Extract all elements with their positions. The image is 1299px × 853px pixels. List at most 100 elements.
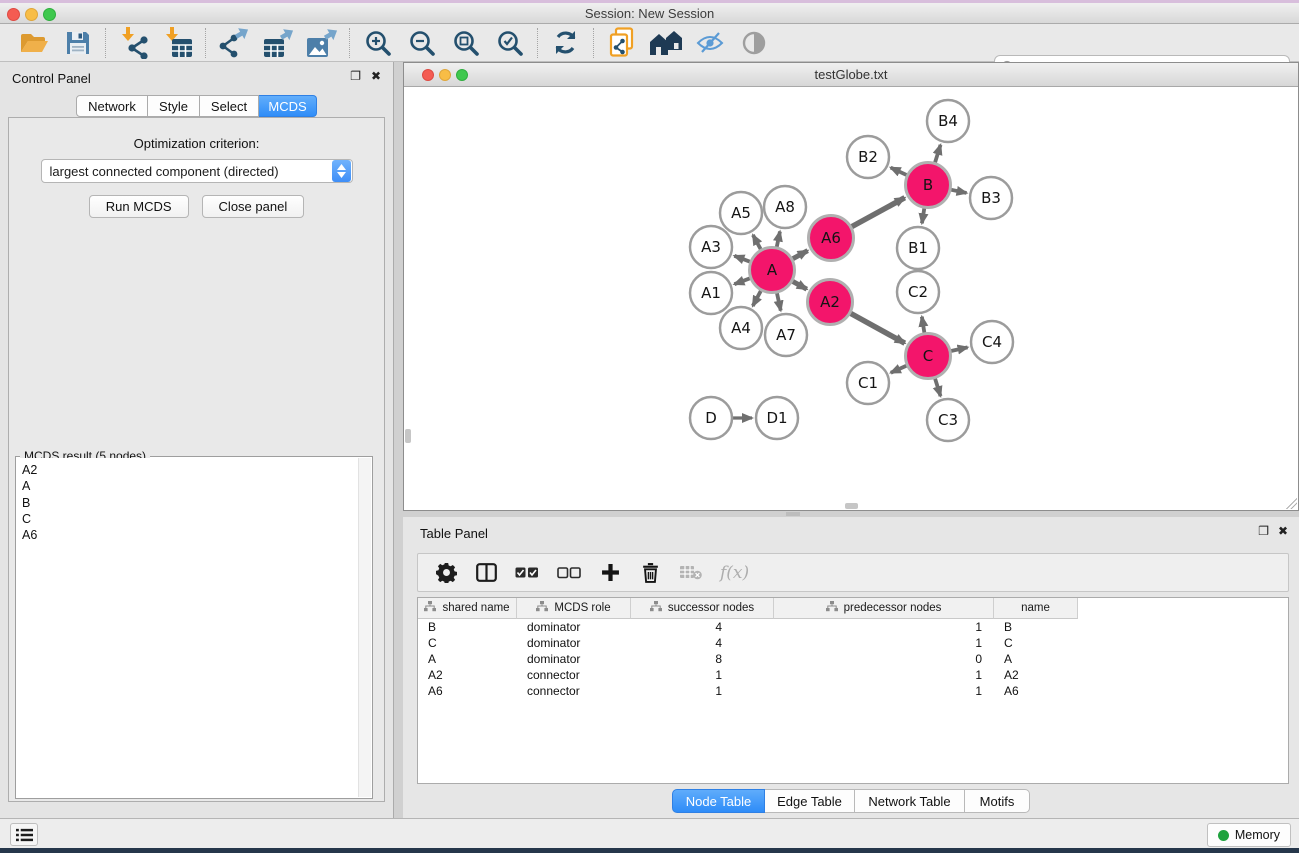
table-row[interactable]: A2connector11A2: [418, 667, 1288, 683]
table-cell[interactable]: 1: [631, 667, 774, 683]
table-row[interactable]: Adominator80A: [418, 651, 1288, 667]
table-cell[interactable]: 1: [774, 635, 994, 651]
run-mcds-button[interactable]: Run MCDS: [89, 195, 189, 218]
column-header-successor-nodes[interactable]: successor nodes: [631, 598, 774, 619]
table-cell[interactable]: 8: [631, 651, 774, 667]
import-network-icon[interactable]: [115, 26, 152, 60]
table-cell[interactable]: C: [418, 635, 517, 651]
function-builder-icon[interactable]: f(x): [720, 561, 749, 585]
show-columns-icon[interactable]: [475, 561, 497, 585]
close-table-panel-icon[interactable]: ✖: [1278, 525, 1288, 537]
table-cell[interactable]: A2: [994, 667, 1078, 683]
memory-button[interactable]: Memory: [1207, 823, 1291, 847]
table-cell[interactable]: 1: [774, 683, 994, 699]
tab-style[interactable]: Style: [148, 95, 200, 117]
table-cell[interactable]: 4: [631, 619, 774, 635]
add-column-icon[interactable]: [599, 561, 621, 585]
application-window: Session: New Session: [0, 0, 1299, 853]
table-body: Bdominator41BCdominator41CAdominator80AA…: [418, 619, 1288, 699]
tab-motifs[interactable]: Motifs: [965, 789, 1030, 813]
graph-node-label: B1: [908, 239, 928, 257]
hide-selection-icon[interactable]: [691, 26, 728, 60]
column-header-MCDS-role[interactable]: MCDS role: [517, 598, 631, 619]
result-list-item[interactable]: C: [22, 511, 358, 527]
column-header-shared-name[interactable]: shared name: [418, 598, 517, 619]
horizontal-scrollbar-thumb[interactable]: [845, 503, 858, 509]
network-window-titlebar[interactable]: testGlobe.txt: [404, 63, 1298, 87]
column-header-predecessor-nodes[interactable]: predecessor nodes: [774, 598, 994, 619]
graph-node-label: A2: [820, 293, 840, 311]
save-session-icon[interactable]: [59, 26, 96, 60]
graph-node-label: A5: [731, 204, 751, 222]
close-panel-button[interactable]: Close panel: [202, 195, 305, 218]
table-cell[interactable]: connector: [517, 683, 631, 699]
splitter-handle-icon[interactable]: [786, 512, 800, 516]
optimization-criterion-dropdown[interactable]: largest connected component (directed): [41, 159, 353, 183]
show-all-networks-icon[interactable]: [647, 26, 684, 60]
tab-edge-table[interactable]: Edge Table: [765, 789, 855, 813]
zoom-out-icon[interactable]: [403, 26, 440, 60]
select-all-icon[interactable]: [515, 561, 539, 585]
result-list-scrollbar[interactable]: [358, 458, 371, 797]
tab-network[interactable]: Network: [76, 95, 148, 117]
export-table-icon[interactable]: [259, 26, 296, 60]
zoom-selected-icon[interactable]: [491, 26, 528, 60]
session-title: Session: New Session: [0, 6, 1299, 21]
float-panel-icon[interactable]: ❐: [350, 70, 361, 82]
vertical-scrollbar-thumb[interactable]: [405, 429, 411, 443]
result-list-item[interactable]: B: [22, 495, 358, 511]
show-selection-icon[interactable]: [735, 26, 772, 60]
new-network-from-selection-icon[interactable]: [603, 26, 640, 60]
table-cell[interactable]: B: [994, 619, 1078, 635]
table-cell[interactable]: A: [418, 651, 517, 667]
float-table-panel-icon[interactable]: ❐: [1258, 525, 1269, 537]
window-resize-grip[interactable]: [1286, 498, 1297, 509]
table-cell[interactable]: 1: [631, 683, 774, 699]
table-cell[interactable]: 1: [774, 619, 994, 635]
table-cell[interactable]: connector: [517, 667, 631, 683]
tab-network-table[interactable]: Network Table: [855, 789, 965, 813]
tab-mcds[interactable]: MCDS: [259, 95, 317, 117]
table-cell[interactable]: C: [994, 635, 1078, 651]
table-cell[interactable]: A2: [418, 667, 517, 683]
result-list-item[interactable]: A: [22, 478, 358, 494]
task-history-button[interactable]: [10, 823, 38, 846]
graph-node-label: C4: [982, 333, 1002, 351]
graph-node-label: B2: [858, 148, 878, 166]
graph-node-label: D1: [766, 409, 787, 427]
open-file-icon[interactable]: [15, 26, 52, 60]
deselect-all-icon[interactable]: [557, 561, 581, 585]
table-row[interactable]: A6connector11A6: [418, 683, 1288, 699]
table-cell[interactable]: 4: [631, 635, 774, 651]
table-cell[interactable]: B: [418, 619, 517, 635]
result-list-item[interactable]: A6: [22, 527, 358, 543]
delete-column-icon[interactable]: [639, 561, 661, 585]
tab-select[interactable]: Select: [200, 95, 259, 117]
table-cell[interactable]: A6: [994, 683, 1078, 699]
network-view-canvas[interactable]: B4B2BB3A8A5A6A3B1AA1C2A2A4A7C4CC1C3DD1: [404, 87, 1298, 510]
export-network-icon[interactable]: [215, 26, 252, 60]
result-list-item[interactable]: A2: [22, 462, 358, 478]
graph-node-label: B3: [981, 189, 1001, 207]
import-table-icon[interactable]: [159, 26, 196, 60]
delete-table-icon[interactable]: [679, 561, 702, 585]
close-panel-icon[interactable]: ✖: [371, 70, 381, 82]
tab-node-table[interactable]: Node Table: [672, 789, 765, 813]
table-cell[interactable]: dominator: [517, 635, 631, 651]
table-cell[interactable]: A6: [418, 683, 517, 699]
table-row[interactable]: Cdominator41C: [418, 635, 1288, 651]
table-options-gear-icon[interactable]: [435, 561, 457, 585]
table-cell[interactable]: A: [994, 651, 1078, 667]
export-image-icon[interactable]: [303, 26, 340, 60]
table-cell[interactable]: 1: [774, 667, 994, 683]
table-cell[interactable]: 0: [774, 651, 994, 667]
table-cell[interactable]: dominator: [517, 619, 631, 635]
network-graph[interactable]: B4B2BB3A8A5A6A3B1AA1C2A2A4A7C4CC1C3DD1: [404, 87, 1298, 510]
zoom-fit-icon[interactable]: [447, 26, 484, 60]
table-row[interactable]: Bdominator41B: [418, 619, 1288, 635]
column-header-name[interactable]: name: [994, 598, 1078, 619]
refresh-layout-icon[interactable]: [547, 26, 584, 60]
dropdown-selected-value: largest connected component (directed): [42, 164, 332, 179]
zoom-in-icon[interactable]: [359, 26, 396, 60]
table-cell[interactable]: dominator: [517, 651, 631, 667]
